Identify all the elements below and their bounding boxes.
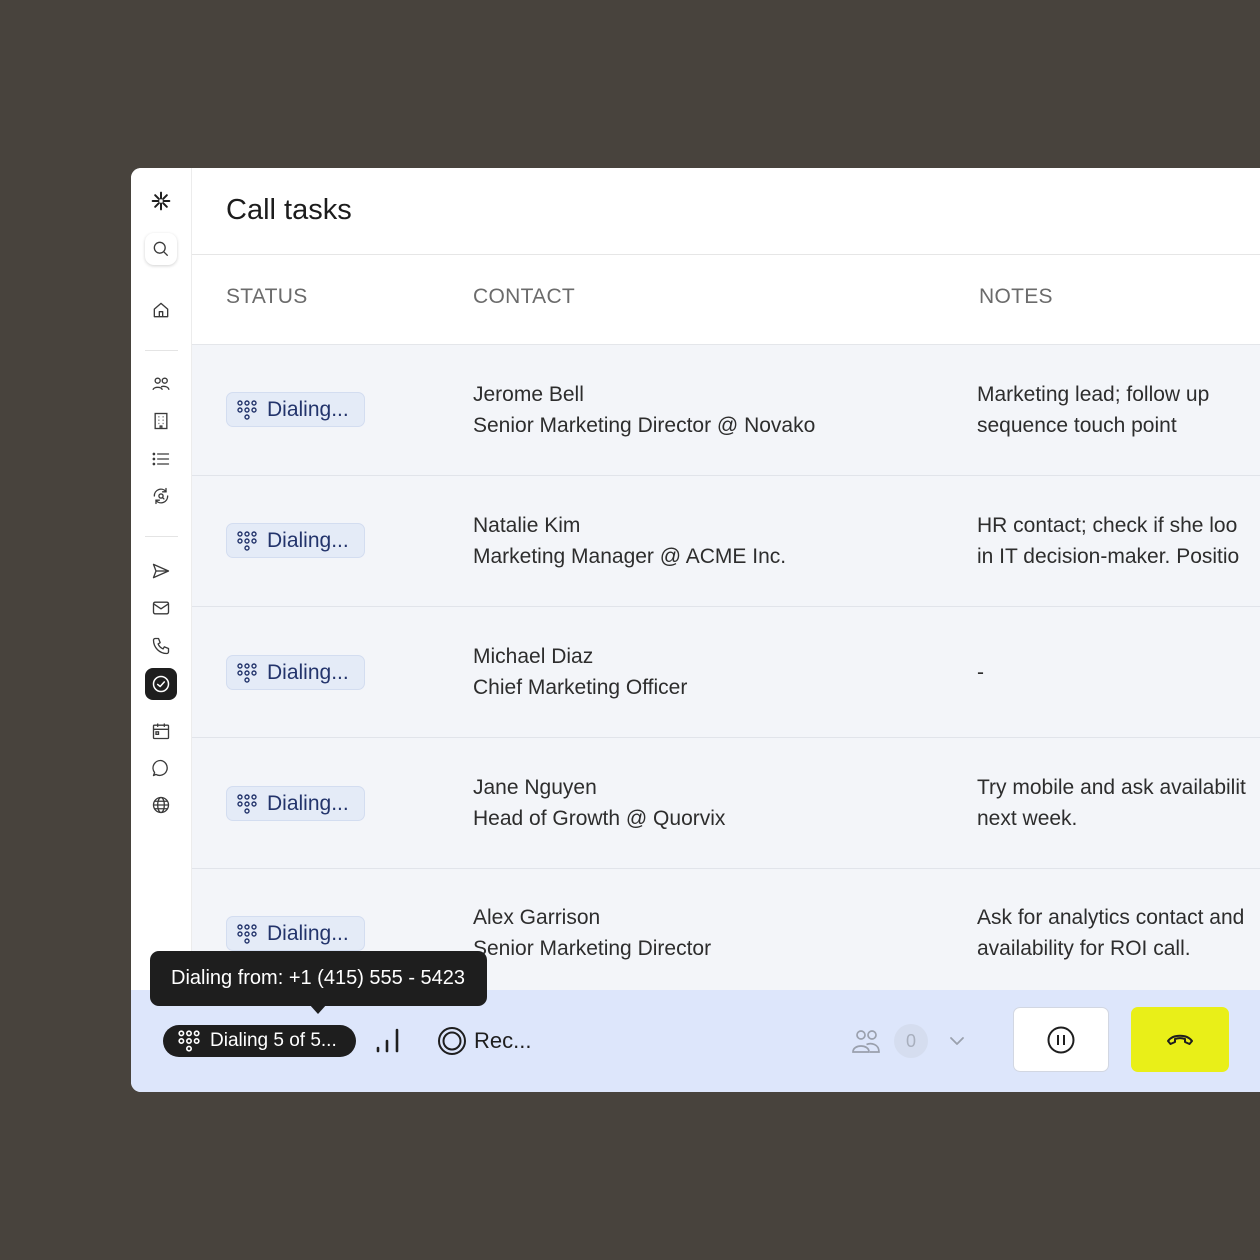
mail-icon[interactable]	[145, 592, 177, 624]
building-icon[interactable]	[145, 405, 177, 437]
notes-cell: Marketing lead; follow up sequence touch…	[977, 379, 1260, 441]
sync-search-icon[interactable]	[145, 480, 177, 512]
contact-title: Marketing Manager @ ACME Inc.	[473, 545, 787, 568]
notes-cell: HR contact; check if she loo in IT decis…	[977, 510, 1260, 572]
notes-line: availability for ROI call.	[977, 937, 1191, 960]
column-header-status[interactable]: STATUS	[226, 285, 308, 309]
record-label: Rec...	[474, 1028, 532, 1053]
column-header-contact[interactable]: CONTACT	[473, 285, 575, 309]
dialing-progress-label: Dialing 5 of 5...	[210, 1030, 337, 1051]
notes-line: Marketing lead; follow up	[977, 383, 1210, 406]
contact-title: Chief Marketing Officer	[473, 676, 688, 699]
status-badge: Dialing...	[226, 655, 365, 690]
status-badge: Dialing...	[226, 916, 365, 951]
pause-button[interactable]	[1013, 1007, 1109, 1072]
dialpad-icon	[178, 1030, 200, 1052]
status-label: Dialing...	[267, 921, 349, 945]
status-label: Dialing...	[267, 791, 349, 815]
notes-line: Try mobile and ask availabilit	[977, 776, 1246, 799]
contact-title: Senior Marketing Director @ Novako	[473, 414, 816, 437]
participant-count-badge: 0	[894, 1024, 928, 1058]
dialpad-icon	[237, 923, 257, 944]
list-icon[interactable]	[145, 443, 177, 475]
calendar-icon[interactable]	[145, 715, 177, 747]
contact-cell[interactable]: Jane Nguyen Head of Growth @ Quorvix	[473, 772, 725, 834]
chat-icon[interactable]	[145, 752, 177, 784]
tooltip-arrow	[309, 1004, 327, 1014]
check-circle-icon[interactable]	[145, 668, 177, 700]
table-body: Dialing... Jerome Bell Senior Marketing …	[192, 345, 1260, 1000]
participants-icon[interactable]	[851, 1028, 881, 1054]
logo-asterisk-icon[interactable]	[145, 185, 177, 217]
dialpad-icon	[237, 399, 257, 420]
hang-up-button[interactable]	[1131, 1007, 1229, 1072]
column-header-notes[interactable]: NOTES	[979, 285, 1053, 309]
contact-name: Natalie Kim	[473, 514, 581, 537]
sidebar	[131, 168, 192, 990]
status-label: Dialing...	[267, 660, 349, 684]
dialing-from-tooltip: Dialing from: +1 (415) 555 - 5423	[150, 951, 487, 1006]
status-badge: Dialing...	[226, 523, 365, 558]
notes-cell: Ask for analytics contact and availabili…	[977, 902, 1260, 964]
notes-line: next week.	[977, 807, 1078, 830]
sidebar-divider	[145, 350, 178, 351]
notes-line: sequence touch point	[977, 414, 1177, 437]
dialing-progress-chip[interactable]: Dialing 5 of 5...	[163, 1025, 356, 1057]
notes-line: Ask for analytics contact and	[977, 906, 1245, 929]
sidebar-divider	[145, 536, 178, 537]
search-icon[interactable]	[145, 233, 177, 265]
contact-name: Jane Nguyen	[473, 776, 597, 799]
record-button[interactable]: Rec...	[437, 1026, 531, 1056]
table-row[interactable]: Dialing... Michael Diaz Chief Marketing …	[192, 607, 1260, 738]
globe-icon[interactable]	[145, 789, 177, 821]
notes-line: -	[977, 661, 984, 684]
status-label: Dialing...	[267, 528, 349, 552]
contact-name: Michael Diaz	[473, 645, 594, 668]
contact-cell[interactable]: Natalie Kim Marketing Manager @ ACME Inc…	[473, 510, 786, 572]
main-content: Call tasks STATUS CONTACT NOTES Dialing.…	[192, 168, 1260, 1000]
contact-cell[interactable]: Jerome Bell Senior Marketing Director @ …	[473, 379, 815, 441]
hang-up-phone-icon	[1167, 1034, 1193, 1045]
contact-title: Head of Growth @ Quorvix	[473, 807, 726, 830]
contact-cell[interactable]: Michael Diaz Chief Marketing Officer	[473, 641, 687, 703]
chevron-down-icon[interactable]	[946, 1030, 968, 1052]
page-title: Call tasks	[226, 194, 352, 226]
record-icon	[438, 1027, 466, 1055]
table-row[interactable]: Dialing... Jerome Bell Senior Marketing …	[192, 345, 1260, 476]
contact-name: Alex Garrison	[473, 906, 601, 929]
table-row[interactable]: Dialing... Natalie Kim Marketing Manager…	[192, 476, 1260, 607]
status-label: Dialing...	[267, 397, 349, 421]
dialpad-icon	[237, 530, 257, 551]
people-icon[interactable]	[145, 368, 177, 400]
send-icon[interactable]	[145, 555, 177, 587]
dialpad-icon	[237, 793, 257, 814]
notes-cell: Try mobile and ask availabilit next week…	[977, 772, 1260, 834]
dialpad-icon	[237, 662, 257, 683]
signal-strength-icon[interactable]	[374, 1026, 402, 1054]
contact-cell[interactable]: Alex Garrison Senior Marketing Director	[473, 902, 711, 964]
table-header: STATUS CONTACT NOTES	[192, 255, 1260, 345]
phone-icon[interactable]	[145, 630, 177, 662]
home-icon[interactable]	[145, 294, 177, 326]
notes-cell: -	[977, 657, 1260, 688]
notes-line: HR contact; check if she loo	[977, 514, 1238, 537]
status-badge: Dialing...	[226, 786, 365, 821]
notes-line: in IT decision-maker. Positio	[977, 545, 1240, 568]
pause-icon	[1047, 1026, 1075, 1053]
contact-name: Jerome Bell	[473, 383, 584, 406]
table-row[interactable]: Dialing... Jane Nguyen Head of Growth @ …	[192, 738, 1260, 869]
status-badge: Dialing...	[226, 392, 365, 427]
contact-title: Senior Marketing Director	[473, 937, 712, 960]
